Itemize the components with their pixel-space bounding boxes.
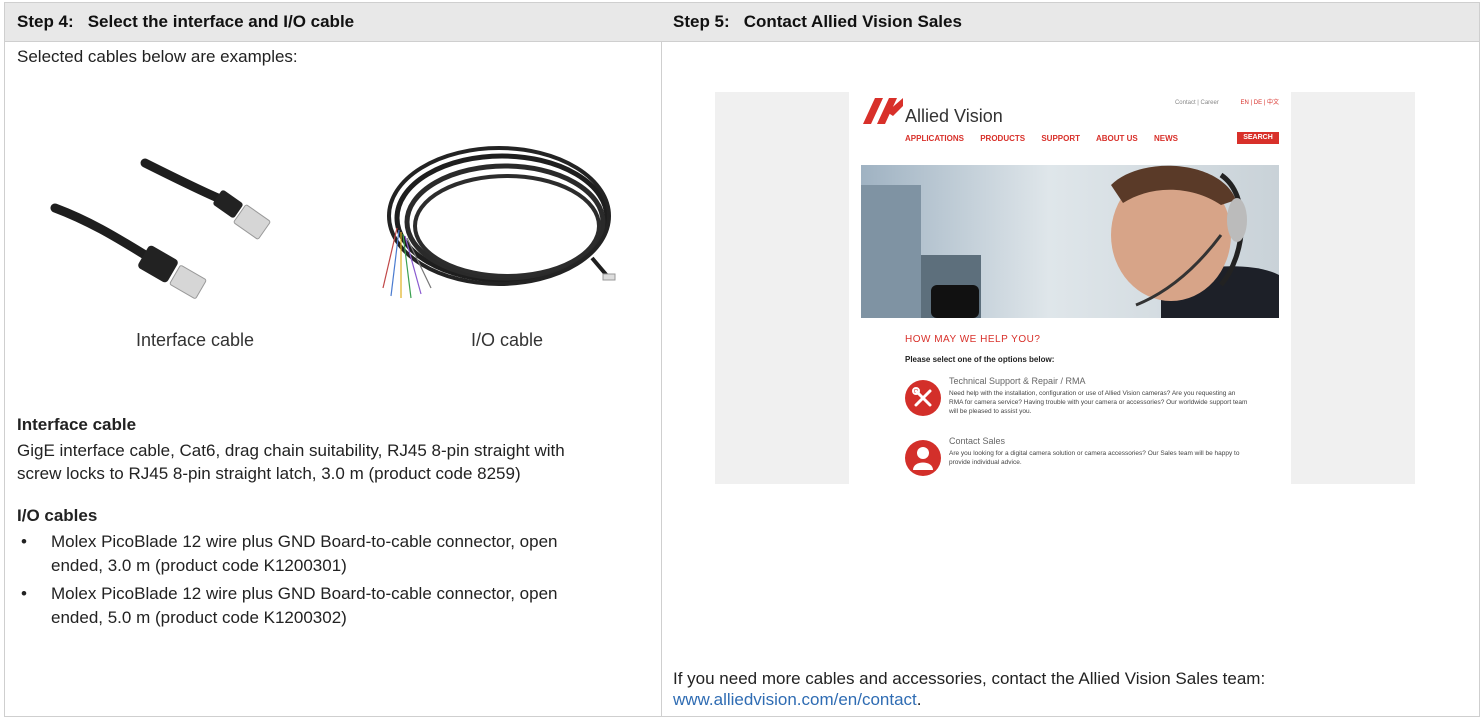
step4-column: Step 4: Select the interface and I/O cabl… (5, 3, 662, 716)
io-item-line1: Molex PicoBlade 12 wire plus GND Board-t… (51, 532, 558, 551)
io-item-line1: Molex PicoBlade 12 wire plus GND Board-t… (51, 584, 558, 603)
website-nav-news[interactable]: NEWS (1154, 134, 1178, 143)
step4-header: Step 4: Select the interface and I/O cabl… (5, 3, 661, 42)
website-contact-career[interactable]: Contact | Career (1175, 100, 1219, 106)
website-top-links[interactable]: Contact | Career EN | DE | 中文 (1175, 97, 1279, 106)
list-item: Molex PicoBlade 12 wire plus GND Board-t… (17, 582, 637, 630)
io-cable-image (382, 146, 616, 299)
option-sales-title[interactable]: Contact Sales (949, 436, 1005, 446)
website-nav: APPLICATIONS PRODUCTS SUPPORT ABOUT US N… (905, 134, 1192, 143)
website-language[interactable]: EN | DE | 中文 (1241, 100, 1279, 106)
step5-title: Contact Allied Vision Sales (743, 12, 962, 31)
help-heading: HOW MAY WE HELP YOU? (905, 334, 1041, 345)
option-support-desc: Need help with the installation, configu… (949, 390, 1248, 415)
website-page: Allied Vision Contact | Career EN | DE |… (849, 92, 1291, 484)
interface-cable-caption: Interface cable (135, 330, 255, 350)
step5-number: Step 5: (673, 12, 730, 31)
intro-text: Selected cables below are examples: (17, 47, 298, 66)
website-nav-support[interactable]: SUPPORT (1041, 134, 1080, 143)
website-nav-applications[interactable]: APPLICATIONS (905, 134, 964, 143)
option-support-title[interactable]: Technical Support & Repair / RMA (949, 376, 1086, 386)
website-nav-products[interactable]: PRODUCTS (980, 134, 1025, 143)
option-sales-desc: Are you looking for a digital camera sol… (949, 450, 1240, 466)
interface-desc-line1: GigE interface cable, Cat6, drag chain s… (17, 441, 565, 460)
step5-column: Step 5: Contact Allied Vision Sales Allie… (661, 3, 1479, 716)
footer-period: . (916, 690, 922, 709)
website-nav-about[interactable]: ABOUT US (1096, 134, 1138, 143)
interface-heading: Interface cable (17, 415, 137, 434)
contact-link[interactable]: www.alliedvision.com/en/contact (673, 690, 917, 709)
footer-text: If you need more cables and accessories,… (673, 669, 1266, 688)
io-item-line2: ended, 5.0 m (product code K1200302) (51, 608, 347, 627)
step4-number: Step 4: (17, 12, 74, 31)
footer-link-line: www.alliedvision.com/en/contact. (673, 690, 922, 710)
website-logo-text: Allied Vision (905, 106, 1003, 126)
io-cable-caption: I/O cable (470, 330, 544, 350)
step5-header: Step 5: Contact Allied Vision Sales (661, 3, 1479, 42)
website-screenshot: Allied Vision Contact | Career EN | DE |… (715, 92, 1415, 484)
select-options-text: Please select one of the options below: (905, 355, 1055, 364)
io-heading: I/O cables (17, 506, 98, 525)
support-agent-photo (861, 165, 1279, 318)
interface-desc-line2: screw locks to RJ45 8-pin straight latch… (17, 464, 521, 483)
tools-icon[interactable] (905, 380, 941, 416)
document-page: Step 4: Select the interface and I/O cabl… (4, 2, 1480, 717)
website-search-button[interactable]: SEARCH (1237, 132, 1279, 144)
io-item-line2: ended, 3.0 m (product code K1200301) (51, 556, 347, 575)
interface-cable-image (50, 158, 271, 299)
sales-person-icon[interactable] (905, 440, 941, 476)
allied-vision-logo-icon (863, 98, 903, 124)
step4-title: Select the interface and I/O cable (87, 12, 355, 31)
io-cable-list: Molex PicoBlade 12 wire plus GND Board-t… (17, 530, 637, 634)
list-item: Molex PicoBlade 12 wire plus GND Board-t… (17, 530, 637, 578)
